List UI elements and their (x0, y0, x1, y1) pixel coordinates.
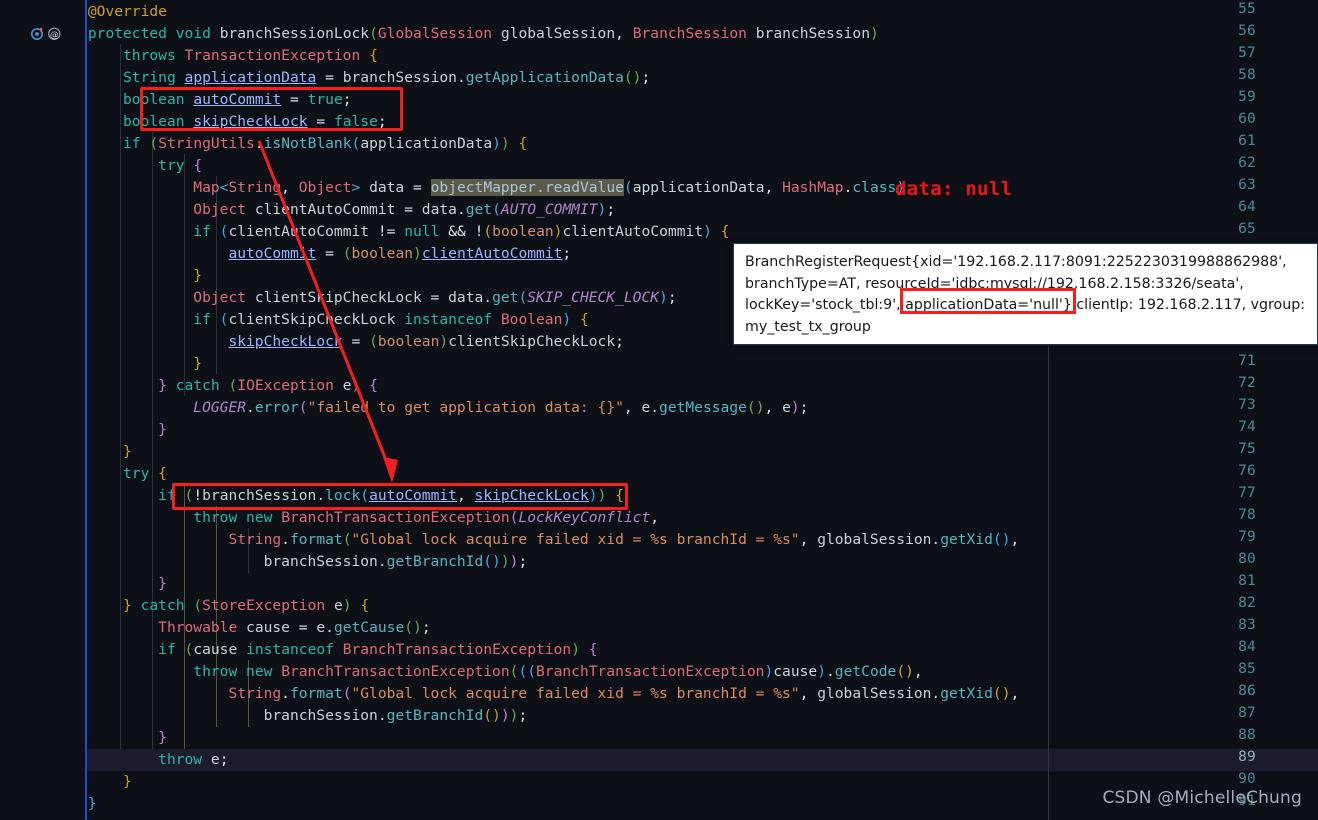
code-line[interactable]: skipCheckLock = (boolean)clientSkipCheck… (0, 331, 623, 353)
code-line[interactable]: } catch (StoreException e) { (0, 595, 369, 617)
code-line[interactable]: boolean skipCheckLock = false; (0, 111, 387, 133)
tooltip-line-3: lockKey='stock_tbl:9', applicationData='… (745, 295, 1306, 317)
code-line[interactable]: try { (0, 155, 202, 177)
code-line[interactable]: Object clientSkipCheckLock = data.get(SK… (0, 287, 676, 309)
code-line[interactable]: Map<String, Object> data = objectMapper.… (0, 177, 914, 199)
code-line[interactable]: } (0, 771, 132, 793)
branch-register-request-tooltip: BranchRegisterRequest{xid='192.168.2.117… (733, 243, 1318, 345)
code-line[interactable]: } (0, 793, 97, 815)
code-line[interactable]: autoCommit = (boolean)clientAutoCommit; (0, 243, 571, 265)
code-content[interactable]: @Override protected void branchSessionLo… (0, 0, 1318, 820)
code-editor[interactable]: 5556575859606162636465666768697071727374… (0, 0, 1318, 820)
code-line[interactable]: String.format("Global lock acquire faile… (0, 683, 1019, 705)
annotation-data-null-label: data: null (895, 178, 1013, 200)
tooltip-line-4: my_test_tx_group (745, 318, 871, 335)
code-line[interactable]: Throwable cause = e.getCause(); (0, 617, 430, 639)
tooltip-line-1: BranchRegisterRequest{xid='192.168.2.117… (745, 254, 1287, 270)
watermark: CSDN @MichelleChung (1102, 788, 1302, 808)
code-line[interactable]: protected void branchSessionLock(GlobalS… (0, 23, 879, 45)
code-line[interactable]: } (0, 727, 167, 749)
code-line[interactable]: } (0, 353, 202, 375)
code-line[interactable]: Object clientAutoCommit = data.get(AUTO_… (0, 199, 615, 221)
tooltip-line-3-after: clientIp: 192.168.2.117, vgroup: (1076, 297, 1306, 313)
code-line[interactable]: throw new BranchTransactionException(Loc… (0, 507, 659, 529)
code-line[interactable]: String applicationData = branchSession.g… (0, 67, 650, 89)
code-line[interactable]: if (StringUtils.isNotBlank(applicationDa… (0, 133, 527, 155)
code-line[interactable]: if (!branchSession.lock(autoCommit, skip… (0, 485, 624, 507)
code-line[interactable]: @Override (0, 1, 167, 23)
code-line[interactable]: throw e; (0, 749, 228, 771)
code-line[interactable]: boolean autoCommit = true; (0, 89, 352, 111)
tooltip-line-2: branchType=AT, resourceId='jdbc:mysql://… (745, 275, 1244, 292)
code-line[interactable]: } (0, 419, 167, 441)
code-line[interactable]: try { (0, 463, 167, 485)
code-line[interactable]: LOGGER.error("failed to get application … (0, 397, 808, 419)
code-line[interactable]: if (cause instanceof BranchTransactionEx… (0, 639, 597, 661)
tooltip-line-3-before: lockKey='stock_tbl:9', (745, 297, 901, 313)
code-line[interactable]: throw new BranchTransactionException(((B… (0, 661, 922, 683)
code-line[interactable]: } (0, 265, 202, 287)
code-line[interactable]: throws TransactionException { (0, 45, 378, 67)
code-line[interactable]: if (clientAutoCommit != null && !(boolea… (0, 221, 729, 243)
tooltip-line-3-boxed: applicationData='null'} (905, 297, 1072, 313)
code-line[interactable]: branchSession.getBranchId())); (0, 705, 528, 727)
code-line[interactable]: if (clientSkipCheckLock instanceof Boole… (0, 309, 588, 331)
code-line[interactable]: branchSession.getBranchId())); (0, 551, 528, 573)
editor-panel-divider (1048, 345, 1049, 820)
code-line[interactable]: } catch (IOException e) { (0, 375, 378, 397)
code-line[interactable]: } (0, 573, 167, 595)
code-line[interactable]: String.format("Global lock acquire faile… (0, 529, 1019, 551)
code-line[interactable]: } (0, 441, 132, 463)
